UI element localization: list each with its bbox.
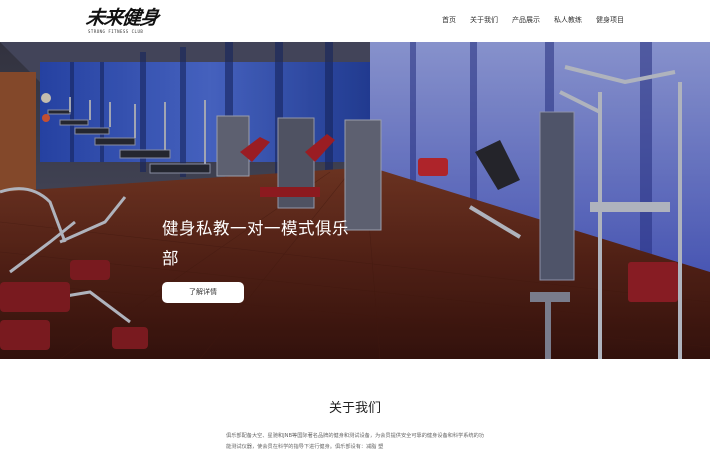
learn-more-button[interactable]: 了解详情	[162, 282, 244, 303]
site-header: 未来健身 STRONG FITNESS CLUB 首页 关于我们 产品展示 私人…	[0, 0, 710, 42]
nav-item-home[interactable]: 首页	[442, 14, 456, 26]
logo-subtext: STRONG FITNESS CLUB	[88, 29, 144, 34]
hero-title: 健身私教一对一模式俱乐部	[162, 219, 349, 268]
about-title: 关于我们	[328, 401, 381, 416]
nav-item-about[interactable]: 关于我们	[470, 14, 498, 26]
logo[interactable]: 未来健身 STRONG FITNESS CLUB	[84, 7, 160, 35]
about-section: 关于我们 俱乐部配备大空、星驰和JNB等国际著名品牌的健身和测试设备，为会员提供…	[0, 359, 710, 460]
nav-item-products[interactable]: 产品展示	[512, 14, 540, 26]
nav-item-fitness-programs[interactable]: 健身项目	[596, 14, 624, 26]
nav-item-personal-trainer[interactable]: 私人教练	[554, 14, 582, 26]
logo-text: 未来健身	[84, 7, 160, 29]
main-nav: 首页 关于我们 产品展示 私人教练 健身项目	[428, 14, 624, 26]
hero-gym-image	[0, 42, 710, 359]
hero-banner: 健身私教一对一模式俱乐部 了解详情	[0, 42, 710, 359]
about-text: 俱乐部配备大空、星驰和JNB等国际著名品牌的健身和测试设备，为会员提供安全可靠的…	[226, 433, 484, 450]
